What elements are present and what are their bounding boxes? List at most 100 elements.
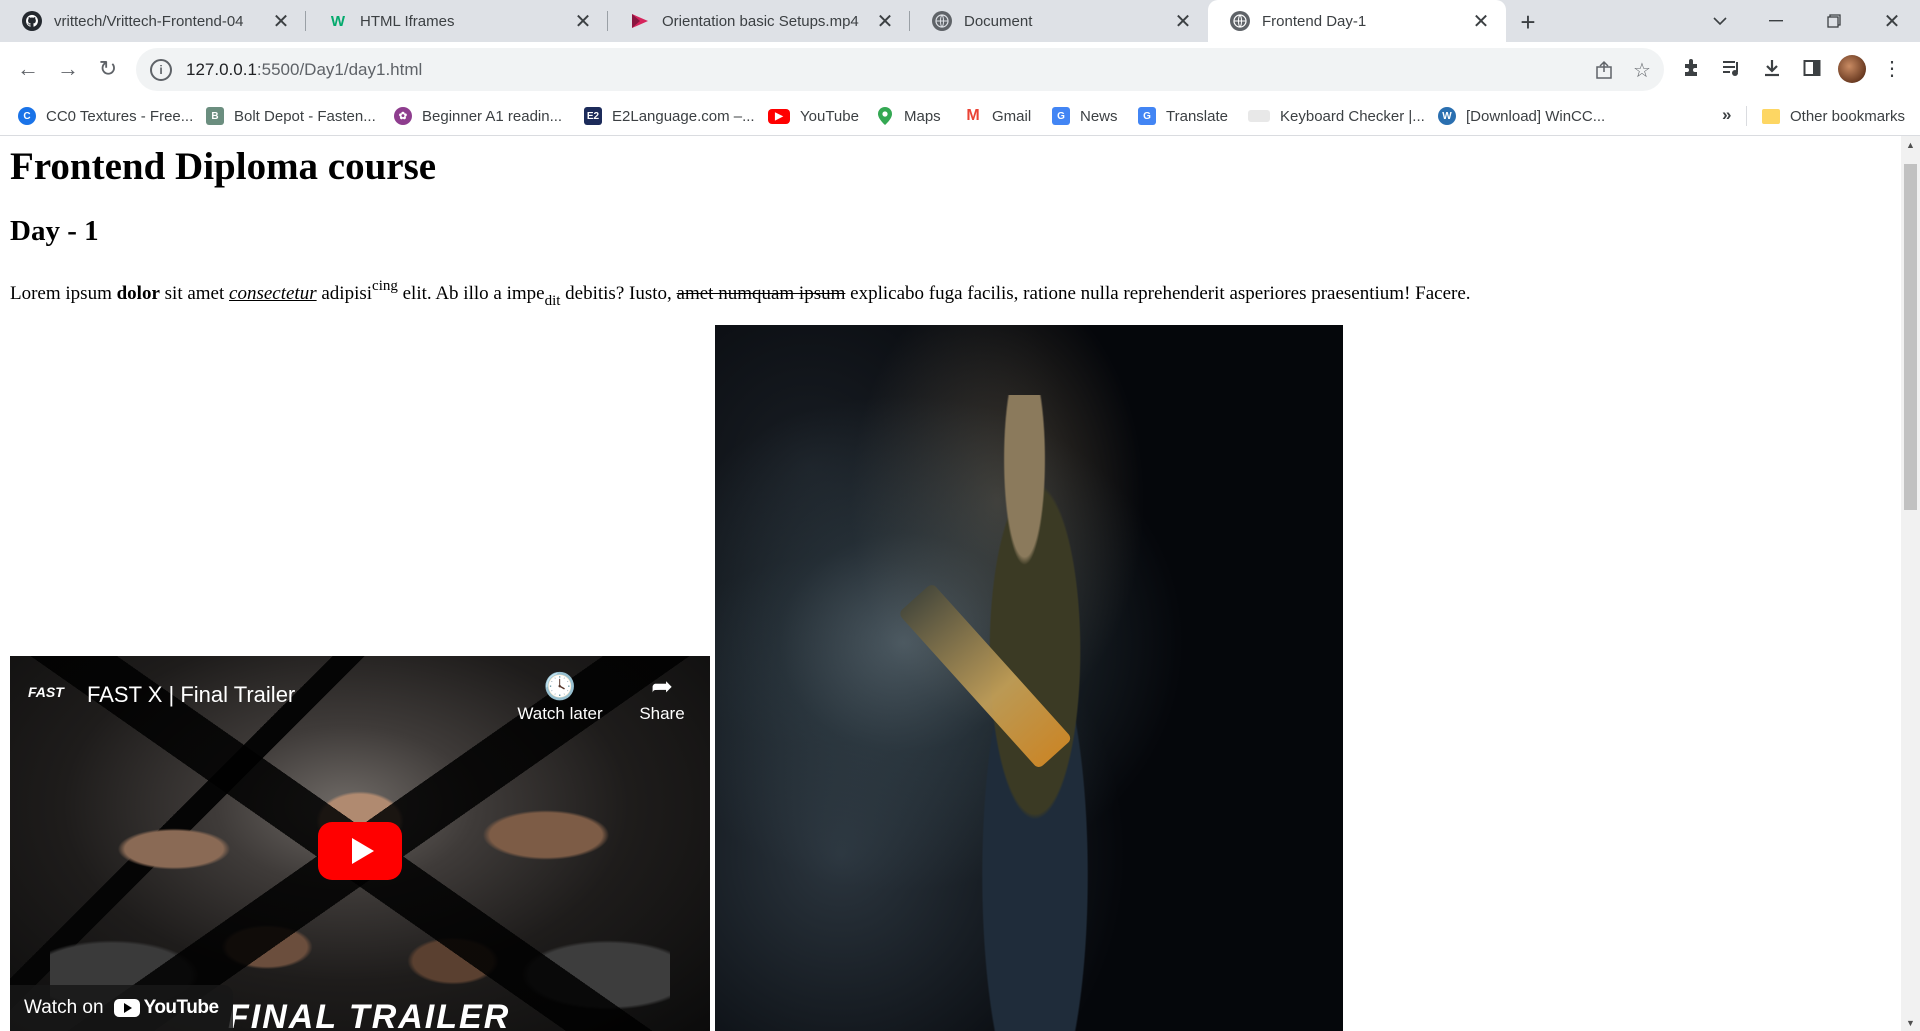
bookmark-maps[interactable]: Maps — [876, 97, 941, 135]
scrollbar-thumb[interactable] — [1904, 164, 1917, 510]
profile-avatar[interactable] — [1838, 55, 1866, 83]
bookmark-youtube[interactable]: ▶ YouTube — [768, 97, 859, 135]
restore-icon — [1827, 14, 1841, 28]
url-path: :5500/Day1/day1.html — [256, 59, 423, 79]
cc0-icon: C — [18, 107, 36, 125]
tab-title: Document — [964, 12, 1033, 30]
bookmark-wincc-download[interactable]: W [Download] WinCC... — [1438, 97, 1605, 135]
reload-button[interactable]: ↻ — [92, 53, 124, 85]
translate-icon: G — [1138, 107, 1156, 125]
text-run: debitis? Iusto, — [560, 283, 677, 304]
scroll-up-arrow[interactable]: ▲ — [1901, 136, 1920, 153]
news-icon: G — [1052, 107, 1070, 125]
italic-underline-text: consectetur — [229, 283, 317, 304]
other-bookmarks-label: Other bookmarks — [1790, 107, 1906, 125]
lorem-paragraph: Lorem ipsum dolor sit amet consectetur a… — [10, 277, 1471, 312]
bookmark-gmail[interactable]: M Gmail — [964, 97, 1031, 135]
bookmark-label: Maps — [904, 107, 941, 125]
tab-frontend-day-1[interactable]: Frontend Day-1 ✕ — [1208, 0, 1506, 42]
bookmark-label: News — [1080, 107, 1118, 125]
bookmark-translate[interactable]: G Translate — [1138, 97, 1228, 135]
folder-icon — [1762, 108, 1780, 124]
close-icon[interactable]: ✕ — [1470, 10, 1492, 33]
bookmark-bolt-depot[interactable]: B Bolt Depot - Fasten... — [206, 97, 376, 135]
tab-orientation-video[interactable]: Orientation basic Setups.mp4 ✕ — [608, 0, 910, 42]
github-icon — [22, 11, 42, 31]
tab-title: Orientation basic Setups.mp4 — [662, 12, 859, 30]
maps-icon — [876, 107, 894, 125]
new-tab-button[interactable]: + — [1512, 6, 1544, 38]
text-run: explicabo fuga facilis, ratione nulla re… — [845, 283, 1471, 304]
bookmark-e2language[interactable]: E2 E2Language.com –... — [584, 97, 755, 135]
tab-html-iframes[interactable]: W HTML Iframes ✕ — [306, 0, 608, 42]
watch-on-label: Watch on — [24, 997, 104, 1018]
minimize-button[interactable] — [1748, 0, 1804, 42]
text-run: elit. Ab illo a impe — [397, 283, 545, 304]
close-icon[interactable]: ✕ — [270, 10, 292, 33]
globe-icon — [932, 11, 952, 31]
forward-button[interactable]: → — [52, 53, 84, 85]
w3schools-icon: W — [330, 12, 346, 30]
tab-search-button[interactable] — [1692, 0, 1748, 42]
youtube-embed[interactable]: FAST FAST X | Final Trailer 🕓 Watch late… — [10, 656, 710, 1031]
bookmarks-overflow-button[interactable]: » — [1722, 105, 1731, 125]
text-run: Lorem ipsum — [10, 283, 117, 304]
bookmark-news[interactable]: G News — [1052, 97, 1118, 135]
bookmark-label: CC0 Textures - Free... — [46, 107, 194, 125]
youtube-logo: YouTube — [113, 997, 219, 1019]
arrow-right-icon: → — [57, 56, 79, 81]
tab-title: HTML Iframes — [360, 12, 455, 30]
watch-later-button[interactable]: 🕓 Watch later — [510, 670, 610, 724]
clock-icon: 🕓 — [543, 671, 577, 701]
bookmark-star-icon[interactable]: ☆ — [1630, 58, 1654, 82]
bookmark-label: YouTube — [800, 107, 859, 125]
menu-kebab-icon[interactable]: ⋮ — [1878, 54, 1906, 82]
back-button[interactable]: ← — [12, 53, 44, 85]
play-button[interactable] — [318, 822, 402, 880]
bookmark-label: Keyboard Checker |... — [1280, 107, 1425, 125]
close-icon: ✕ — [1883, 10, 1901, 33]
text-run: adipisi — [316, 283, 373, 304]
video-title[interactable]: FAST X | Final Trailer — [87, 682, 295, 708]
channel-logo[interactable]: FAST — [28, 684, 68, 714]
download-icon[interactable] — [1758, 54, 1786, 82]
download-site-icon: W — [1438, 107, 1456, 125]
close-window-button[interactable]: ✕ — [1864, 0, 1920, 42]
extensions-icon[interactable] — [1678, 54, 1706, 82]
side-panel-icon[interactable] — [1798, 54, 1826, 82]
bookmark-beginner-a1[interactable]: ✿ Beginner A1 readin... — [394, 97, 562, 135]
media-control-icon[interactable] — [1718, 54, 1746, 82]
tab-document[interactable]: Document ✕ — [910, 0, 1208, 42]
bookmark-label: Beginner A1 readin... — [422, 107, 563, 125]
reload-icon: ↻ — [98, 56, 118, 81]
minimize-icon — [1769, 20, 1783, 22]
other-bookmarks[interactable]: Other bookmarks — [1762, 97, 1905, 135]
restore-button[interactable] — [1806, 0, 1862, 42]
address-bar[interactable]: i 127.0.0.1:5500/Day1/day1.html ☆ — [136, 48, 1664, 91]
tab-github[interactable]: vrittech/Vrittech-Frontend-04 ✕ — [0, 0, 306, 42]
flower-icon: ✿ — [394, 107, 412, 125]
close-icon[interactable]: ✕ — [1172, 10, 1194, 33]
bookmark-cc0-textures[interactable]: C CC0 Textures - Free... — [18, 97, 193, 135]
soldier-image — [715, 325, 1343, 1031]
bookmarks-divider — [1746, 106, 1747, 126]
superscript-text: cing — [372, 278, 398, 294]
toolbar: ← → ↻ i 127.0.0.1:5500/Day1/day1.html ☆ — [0, 42, 1920, 97]
share-button[interactable]: ➦ Share — [612, 670, 710, 724]
thumbnail-overlay-text: FINAL TRAILER — [228, 998, 511, 1031]
share-icon[interactable] — [1592, 58, 1616, 82]
bookmark-label: Gmail — [992, 107, 1032, 125]
watch-on-youtube-button[interactable]: Watch on YouTube — [10, 985, 233, 1031]
close-icon[interactable]: ✕ — [874, 10, 896, 33]
bookmark-keyboard-checker[interactable]: Keyboard Checker |... — [1248, 97, 1425, 135]
subscript-text: dit — [544, 293, 561, 309]
tab-strip: vrittech/Vrittech-Frontend-04 ✕ W HTML I… — [0, 0, 1920, 42]
close-icon[interactable]: ✕ — [572, 10, 594, 33]
scroll-down-arrow[interactable]: ▼ — [1901, 1014, 1920, 1031]
url-text[interactable]: 127.0.0.1:5500/Day1/day1.html — [186, 60, 422, 80]
gmail-icon: M — [966, 107, 980, 124]
globe-icon — [1230, 11, 1250, 31]
youtube-play-icon — [113, 999, 140, 1017]
site-info-icon[interactable]: i — [150, 58, 172, 81]
page-scrollbar[interactable]: ▲ ▼ — [1901, 136, 1920, 1031]
